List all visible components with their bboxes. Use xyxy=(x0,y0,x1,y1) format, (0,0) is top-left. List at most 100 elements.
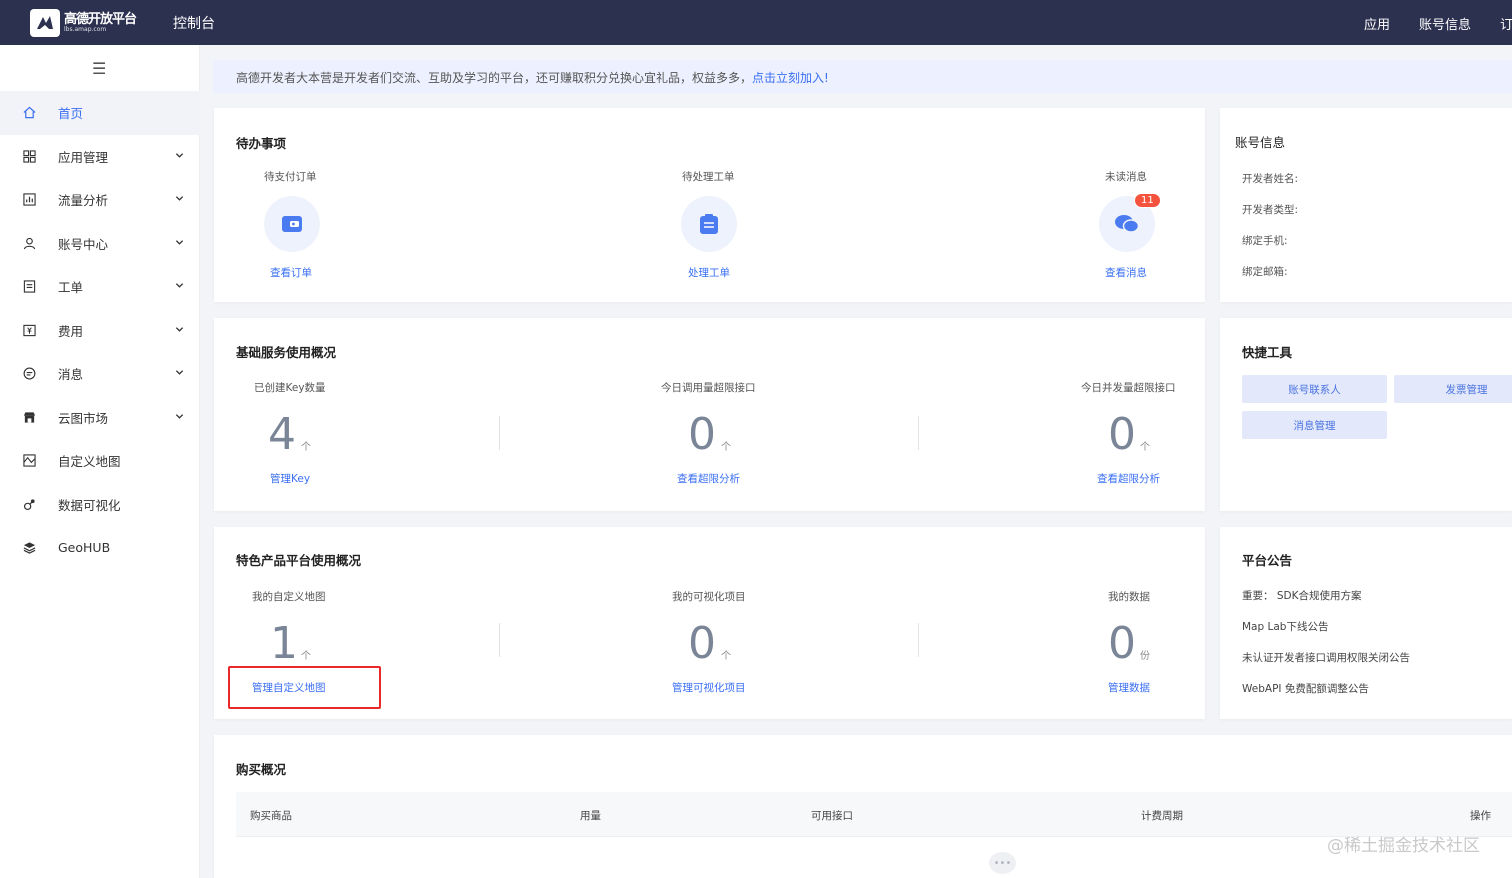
fee-icon xyxy=(22,323,36,337)
bound-phone-field: 绑定手机: xyxy=(1242,235,1288,247)
stat-value: 0 xyxy=(1108,409,1136,460)
stat-unit: 个 xyxy=(301,442,311,453)
console-title[interactable]: 控制台 xyxy=(173,13,215,33)
stat-label: 已创建Key数量 xyxy=(254,382,326,394)
map-icon xyxy=(22,454,36,468)
nav-apps[interactable]: 应用 xyxy=(1364,14,1390,33)
chat-icon xyxy=(1115,215,1140,233)
stat-label: 今日并发量超限接口 xyxy=(1081,382,1176,394)
amap-logo-icon xyxy=(30,9,60,37)
chevron-down-icon xyxy=(175,413,184,419)
notice-item[interactable]: 重要： SDK合规使用方案 xyxy=(1242,588,1361,603)
purchase-overview-card: 购买概况 购买商品 用量 可用接口 计费周期 操作 xyxy=(214,735,1512,878)
manage-key-link[interactable]: 管理Key xyxy=(270,471,310,486)
sidebar-item-label: 工单 xyxy=(58,280,84,296)
stat-value: 0 xyxy=(1108,618,1136,669)
sidebar-item-label: 应用管理 xyxy=(58,149,109,165)
nav-orders[interactable]: 订单 xyxy=(1500,14,1512,33)
sidebar-item-label: 消息 xyxy=(58,367,84,383)
banner-join-link[interactable]: 点击立刻加入! xyxy=(752,71,829,85)
sidebar-item-label: 费用 xyxy=(58,323,84,339)
process-tickets-link[interactable]: 处理工单 xyxy=(688,265,730,280)
stat-value: 4 xyxy=(268,409,296,460)
developer-type-field: 开发者类型: xyxy=(1242,204,1299,216)
notice-item[interactable]: 未认证开发者接口调用权限关闭公告 xyxy=(1242,650,1410,665)
pending-payment-label: 待支付订单 xyxy=(264,171,317,183)
stat-divider xyxy=(499,623,500,657)
message-management-button[interactable]: 消息管理 xyxy=(1242,411,1387,439)
stat-label: 今日调用量超限接口 xyxy=(661,382,756,394)
nav-account-info[interactable]: 账号信息 xyxy=(1419,14,1471,33)
view-overlimit-analysis-link[interactable]: 查看超限分析 xyxy=(677,471,740,486)
account-contact-button[interactable]: 账号联系人 xyxy=(1242,375,1387,403)
home-icon xyxy=(22,106,36,120)
column-header: 计费周期 xyxy=(1141,810,1183,822)
sidebar-item-traffic-analysis[interactable]: 流量分析 xyxy=(0,178,200,222)
notice-item[interactable]: Map Lab下线公告 xyxy=(1242,619,1328,634)
sidebar-item-home[interactable]: 首页 xyxy=(0,91,200,135)
user-icon xyxy=(22,236,36,250)
quick-tools-card: 快捷工具 账号联系人 发票管理 消息管理 xyxy=(1220,318,1512,511)
chevron-down-icon xyxy=(175,152,184,158)
stat-value: 0 xyxy=(688,409,716,460)
ticket-icon xyxy=(22,280,36,294)
chevron-down-icon xyxy=(175,370,184,375)
stat-label: 我的数据 xyxy=(1108,591,1150,603)
featured-products-title: 特色产品平台使用概况 xyxy=(236,553,362,568)
logo[interactable]: 高德开放平台 lbs.amap.com xyxy=(30,8,137,38)
top-nav: 应用 账号信息 订单 xyxy=(1364,14,1512,33)
stat-unit: 个 xyxy=(301,651,311,662)
sidebar-item-messages[interactable]: 消息 xyxy=(0,352,200,396)
stat-unit: 份 xyxy=(1140,651,1150,662)
developer-name-field: 开发者姓名: xyxy=(1242,173,1299,185)
sidebar-item-label: 账号中心 xyxy=(58,236,109,252)
stat-unit: 个 xyxy=(1140,442,1150,453)
quick-tools-title: 快捷工具 xyxy=(1242,345,1293,360)
sidebar-item-account-center[interactable]: 账号中心 xyxy=(0,222,200,266)
invoice-management-button[interactable]: 发票管理 xyxy=(1394,375,1512,403)
chevron-down-icon xyxy=(175,283,184,288)
stat-divider xyxy=(918,623,919,657)
stat-label: 我的可视化项目 xyxy=(672,591,746,603)
sidebar-item-tickets[interactable]: 工单 xyxy=(0,265,200,309)
purchase-table-header: 购买商品 用量 可用接口 计费周期 操作 xyxy=(236,792,1512,837)
menu-toggle-icon[interactable]: ☰ xyxy=(92,59,106,78)
sidebar-item-app-management[interactable]: 应用管理 xyxy=(0,135,200,179)
chevron-down-icon xyxy=(175,239,184,245)
stat-unit: 个 xyxy=(721,651,731,662)
column-header: 用量 xyxy=(580,810,601,822)
highlight-annotation xyxy=(228,666,381,709)
pending-tickets-circle[interactable] xyxy=(681,196,737,252)
account-info-card: 账号信息 开发者姓名: 开发者类型: 绑定手机: 绑定邮箱: xyxy=(1220,108,1512,302)
view-orders-link[interactable]: 查看订单 xyxy=(270,265,312,280)
column-header: 操作 xyxy=(1470,810,1491,822)
sidebar-item-cloud-market[interactable]: 云图市场 xyxy=(0,396,200,440)
todo-title: 待办事项 xyxy=(236,136,287,151)
sidebar-item-label: 流量分析 xyxy=(58,193,109,209)
community-banner: 高德开发者大本营是开发者们交流、互助及学习的平台，还可赚取积分兑换心宜礼品，权益… xyxy=(213,60,1512,93)
account-info-title: 账号信息 xyxy=(1235,135,1286,150)
basic-service-title: 基础服务使用概况 xyxy=(236,345,337,360)
basic-service-card: 基础服务使用概况 已创建Key数量 4 个 管理Key 今日调用量超限接口 0 … xyxy=(214,318,1205,511)
stat-unit: 个 xyxy=(721,442,731,453)
sidebar-item-custom-map[interactable]: 自定义地图 xyxy=(0,439,200,483)
notice-item[interactable]: WebAPI 免费配额调整公告 xyxy=(1242,681,1369,696)
sidebar-item-label: 首页 xyxy=(58,106,84,122)
unread-count-badge: 11 xyxy=(1134,193,1161,208)
sidebar-menu: 首页 应用管理 流量分析 账号中心 工单 费用 消息 云图市场 自定义地图 数据… xyxy=(0,91,200,570)
sidebar-item-data-visualization[interactable]: 数据可视化 xyxy=(0,483,200,527)
stat-label: 我的自定义地图 xyxy=(252,591,326,603)
wallet-icon xyxy=(282,216,302,232)
view-overlimit-analysis-link[interactable]: 查看超限分析 xyxy=(1097,471,1160,486)
pending-payment-circle[interactable] xyxy=(264,196,320,252)
manage-data-link[interactable]: 管理数据 xyxy=(1108,680,1150,695)
column-header: 购买商品 xyxy=(250,810,292,822)
message-icon xyxy=(22,367,36,381)
view-messages-link[interactable]: 查看消息 xyxy=(1105,265,1147,280)
sidebar-item-fees[interactable]: 费用 xyxy=(0,309,200,353)
clipboard-icon xyxy=(700,214,718,234)
manage-visualization-link[interactable]: 管理可视化项目 xyxy=(672,680,746,695)
sidebar-item-geohub[interactable]: GeoHUB xyxy=(0,526,200,570)
chevron-down-icon xyxy=(175,196,184,201)
chevron-down-icon xyxy=(175,326,184,332)
